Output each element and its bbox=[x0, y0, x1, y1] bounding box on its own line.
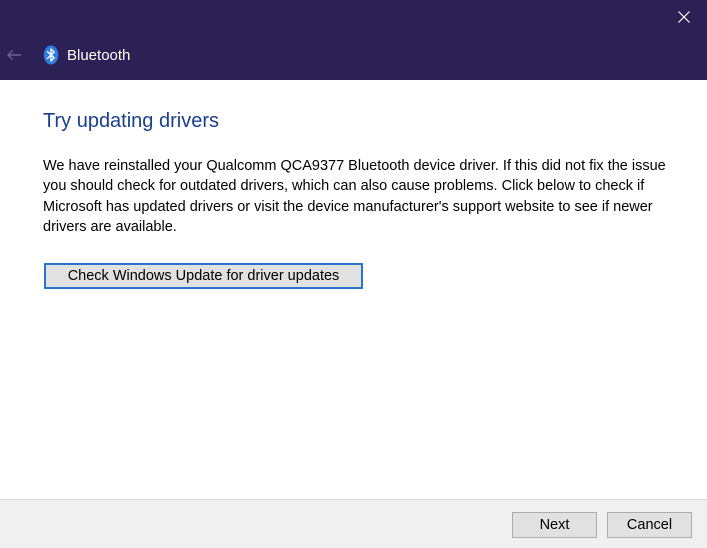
next-button[interactable]: Next bbox=[512, 512, 597, 538]
close-icon bbox=[678, 11, 690, 23]
check-windows-update-button[interactable]: Check Windows Update for driver updates bbox=[44, 263, 363, 289]
bluetooth-icon bbox=[43, 45, 59, 65]
back-arrow-icon bbox=[7, 50, 21, 60]
troubleshooter-window: Bluetooth Try updating drivers We have r… bbox=[0, 0, 707, 548]
description-text: We have reinstalled your Qualcomm QCA937… bbox=[43, 158, 666, 235]
cancel-button[interactable]: Cancel bbox=[607, 512, 692, 538]
close-button[interactable] bbox=[661, 0, 707, 34]
title-bar: Bluetooth bbox=[0, 0, 707, 80]
back-button[interactable] bbox=[0, 40, 28, 70]
page-heading: Try updating drivers bbox=[43, 110, 219, 132]
window-title: Bluetooth bbox=[67, 47, 131, 64]
footer-bar: Next Cancel bbox=[0, 499, 707, 548]
